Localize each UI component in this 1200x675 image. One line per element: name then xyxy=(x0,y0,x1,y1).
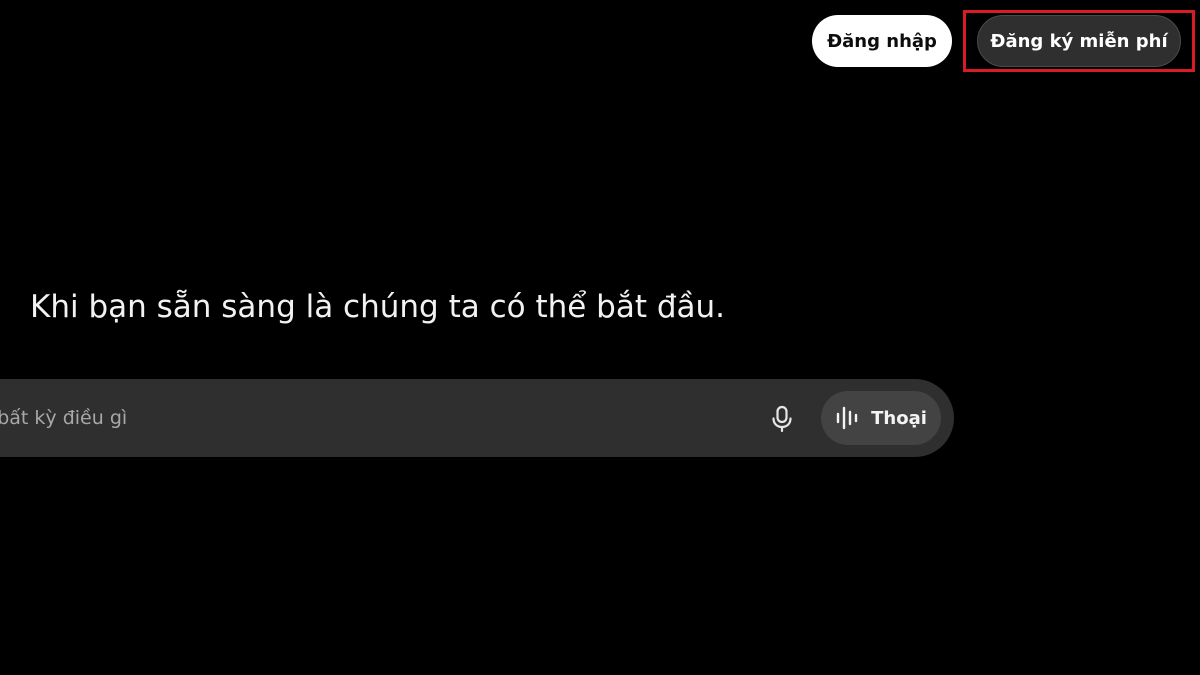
chat-composer: Thoại xyxy=(0,379,954,457)
microphone-icon xyxy=(770,405,794,433)
voice-mode-label: Thoại xyxy=(871,407,927,429)
signup-highlight-box: Đăng ký miễn phí xyxy=(963,10,1195,72)
dictate-button[interactable] xyxy=(762,399,802,439)
login-button[interactable]: Đăng nhập xyxy=(812,15,952,67)
voice-mode-button[interactable]: Thoại xyxy=(821,391,941,445)
header-actions: Đăng nhập Đăng ký miễn phí xyxy=(812,10,1195,72)
signup-free-button[interactable]: Đăng ký miễn phí xyxy=(977,15,1181,67)
audio-waveform-icon xyxy=(835,405,861,431)
prompt-input[interactable] xyxy=(0,398,720,438)
welcome-headline: Khi bạn sẵn sàng là chúng ta có thể bắt … xyxy=(30,289,726,325)
page: Đăng nhập Đăng ký miễn phí Khi bạn sẵn s… xyxy=(0,0,1200,675)
